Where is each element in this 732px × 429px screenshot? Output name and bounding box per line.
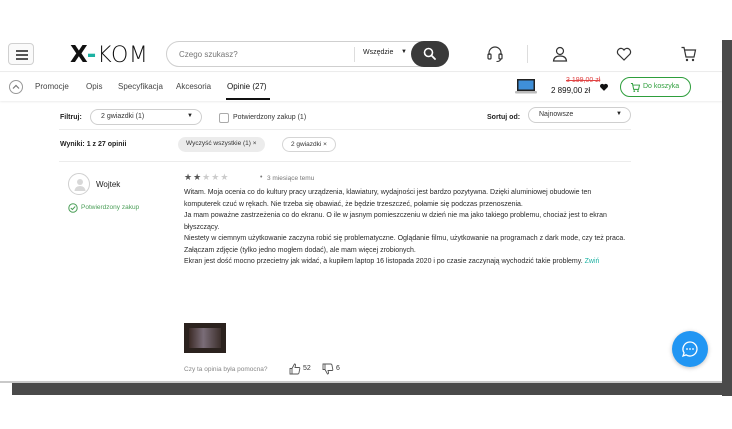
chat-icon: [681, 341, 698, 358]
x-kom-logo[interactable]: X - KOM: [70, 42, 148, 68]
review-time: 3 miesiące temu: [267, 175, 315, 182]
sort-select[interactable]: Najnowsze ▼: [528, 107, 631, 123]
review-body: Witam. Moja ocenia co do kultury pracy u…: [184, 187, 626, 268]
user-icon: [74, 179, 86, 191]
tab-opis[interactable]: Opis: [86, 82, 102, 91]
header-divider: [527, 45, 528, 63]
collapse-link[interactable]: Zwiń: [585, 258, 600, 265]
rating-filter-value: 2 gwiazdki (1): [101, 113, 145, 120]
review-paragraph: Witam. Moja ocenia co do kultury pracy u…: [184, 189, 592, 208]
product-thumbnail: [515, 79, 537, 94]
clear-filters-chip[interactable]: Wyczyść wszystkie (1) ×: [178, 137, 265, 152]
chevron-up-icon: [12, 84, 20, 89]
cart-icon: [630, 83, 641, 93]
caret-down-icon: ▼: [187, 113, 193, 119]
tab-promocje[interactable]: Promocje: [35, 82, 69, 91]
search-divider: [354, 47, 355, 62]
filter-label: Filtruj:: [60, 114, 82, 121]
add-to-cart-button[interactable]: Do koszyka: [620, 77, 691, 97]
sort-label: Sortuj od:: [487, 114, 521, 121]
window-bottom-edge: [12, 383, 732, 395]
menu-icon: [16, 50, 28, 52]
review-photo[interactable]: [184, 323, 226, 353]
chat-button[interactable]: [672, 331, 708, 367]
helpful-question: Czy ta opinia była pomocna?: [184, 366, 268, 373]
star-rating: ★★★★★: [184, 172, 229, 183]
site-header: X - KOM Wszędzie ▼: [0, 36, 722, 72]
search-icon: [423, 47, 436, 60]
check-circle-icon: [68, 203, 78, 213]
sort-value: Najnowsze: [539, 111, 574, 118]
tab-opinie[interactable]: Opinie (27): [227, 82, 267, 91]
divider: [59, 161, 631, 162]
search-button[interactable]: [411, 41, 449, 67]
old-price: 3 199,00 zł: [566, 77, 601, 84]
product-tabs-bar: Promocje Opis Specyfikacja Akcesoria Opi…: [0, 73, 722, 101]
star-filled-icon: ★: [193, 172, 203, 182]
star-empty-icon: ★: [211, 172, 221, 182]
logo-kom: KOM: [97, 42, 149, 68]
verified-purchase-label[interactable]: Potwierdzony zakup (1): [233, 114, 306, 121]
review-author: Wojtek: [96, 180, 121, 189]
search-bar: Wszędzie ▼: [166, 41, 449, 67]
verified-label: Potwierdzony zakup: [81, 204, 140, 211]
verified-purchase-checkbox[interactable]: [219, 113, 229, 123]
thumb-up-icon: [289, 363, 301, 375]
headset-icon[interactable]: [486, 45, 504, 63]
star-filled-icon: ★: [184, 172, 194, 182]
product-page: X - KOM Wszędzie ▼ Promocje Opis Specyfi…: [0, 36, 722, 381]
tab-specyfikacja[interactable]: Specyfikacja: [118, 82, 163, 91]
results-summary: Wyniki: 1 z 27 opinii: [60, 141, 127, 148]
heart-filled-icon[interactable]: [599, 82, 609, 92]
tab-akcesoria[interactable]: Akcesoria: [176, 82, 211, 91]
current-price: 2 899,00 zł: [551, 86, 591, 95]
logo-x: X: [70, 42, 88, 68]
window-edge: [722, 40, 732, 396]
review-paragraph: Niestety w ciemnym użytkowanie zaczyna r…: [184, 235, 626, 254]
upvote-count: 52: [303, 365, 311, 372]
menu-button[interactable]: [8, 43, 34, 65]
downvote-count: 6: [336, 365, 340, 372]
rating-filter-select[interactable]: 2 gwiazdki (1) ▼: [90, 109, 202, 125]
search-scope-select[interactable]: Wszędzie: [363, 49, 393, 56]
thumb-down-icon: [322, 363, 334, 375]
scroll-top-button[interactable]: [9, 80, 23, 94]
cart-icon[interactable]: [680, 45, 698, 63]
divider: [59, 129, 631, 130]
review-paragraph: Ja mam poważne zastrzeżenia co do ekranu…: [184, 212, 607, 231]
caret-down-icon: ▼: [401, 49, 407, 55]
active-tab-indicator: [226, 98, 270, 100]
review-paragraph: Ekran jest dość mocno przecietny jak wid…: [184, 258, 600, 265]
avatar: [68, 173, 90, 195]
heart-icon[interactable]: [615, 45, 633, 63]
active-filter-chip[interactable]: 2 gwiazdki ×: [282, 137, 336, 152]
star-empty-icon: ★: [220, 172, 230, 182]
search-input[interactable]: [179, 46, 349, 62]
caret-down-icon: ▼: [616, 111, 622, 117]
user-icon[interactable]: [551, 45, 569, 63]
add-to-cart-label: Do koszyka: [643, 83, 680, 90]
star-empty-icon: ★: [202, 172, 212, 182]
